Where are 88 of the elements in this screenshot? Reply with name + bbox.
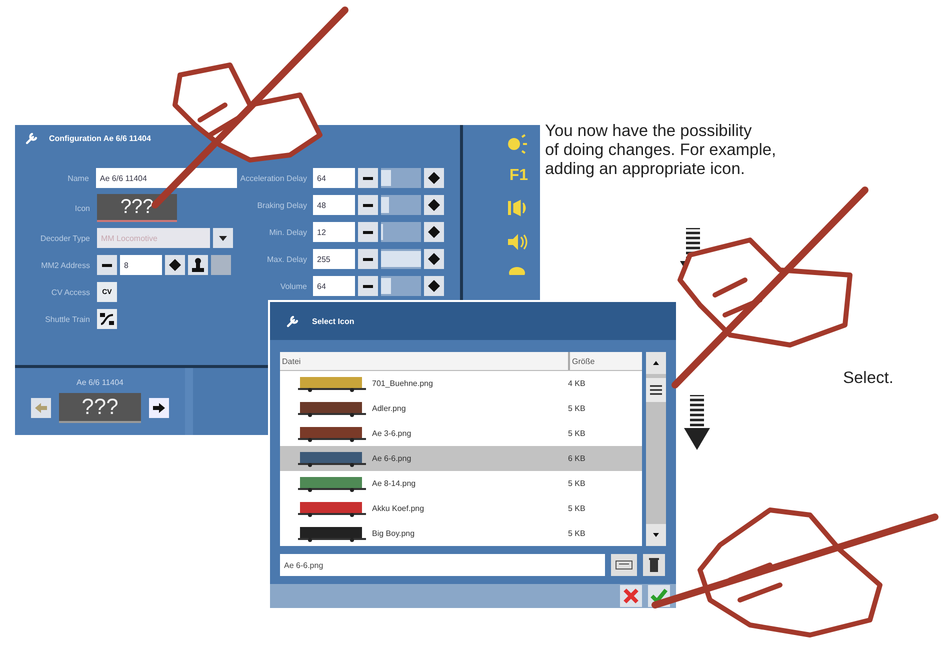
icon-field[interactable]: ??? [97,194,177,222]
plus-button[interactable] [424,249,444,269]
minus-button[interactable] [97,255,117,275]
file-name: Ae 6-6.png [372,454,412,463]
dialog-title: Select Icon [312,316,354,326]
file-size: 4 KB [568,379,586,388]
scrollbar[interactable] [646,352,666,546]
delete-button[interactable] [643,554,665,576]
function-icon[interactable] [506,265,528,275]
file-row[interactable]: Big Boy.png 5 KB [280,521,642,546]
field-label: CV Access [50,288,90,296]
file-row[interactable]: Ae 8-14.png 5 KB [280,471,642,496]
value-field[interactable]: 64 [313,276,355,296]
field-label: Max. Delay [266,254,307,264]
file-size: 5 KB [568,429,586,438]
plus-button[interactable] [424,195,444,215]
panel-title: Configuration Ae 6/6 11404 [49,134,151,142]
file-name: Ae 3-6.png [372,429,412,438]
locomotive-image [298,525,366,542]
scroll-thumb[interactable] [646,378,666,402]
address-field[interactable]: 8 [120,255,162,275]
plus-button[interactable] [424,222,444,242]
wrench-icon [286,314,300,328]
plus-button[interactable] [424,276,444,296]
locomotive-image [298,375,366,392]
instruction-text: Select. [843,369,894,388]
keyboard-button[interactable] [611,554,637,576]
minus-button[interactable] [358,195,378,215]
cancel-button[interactable] [620,585,642,607]
file-row[interactable]: Ae 3-6.png 5 KB [280,421,642,446]
value-field[interactable]: 255 [313,249,355,269]
locomotive-image [298,475,366,492]
value-field[interactable]: 64 [313,168,355,188]
slider-track[interactable] [381,195,421,215]
field-label: Icon [74,204,90,212]
column-header[interactable]: Datei [280,352,570,370]
right-arrow-button[interactable] [149,398,169,418]
slider-track[interactable] [381,276,421,296]
minus-button[interactable] [358,168,378,188]
name-field[interactable]: Ae 6/6 11404 [96,168,237,188]
value-field[interactable]: 48 [313,195,355,215]
file-size: 5 KB [568,504,586,513]
file-row[interactable]: Akku Koef.png 5 KB [280,496,642,521]
horn-icon[interactable] [506,197,528,219]
field-label: Name [66,174,89,182]
locomotive-icon[interactable]: ??? [59,393,141,423]
stamp-button[interactable] [188,255,208,275]
file-name: Ae 8-14.png [372,479,416,488]
file-name: Akku Koef.png [372,504,424,513]
locomotive-image [298,450,366,467]
field-label: Min. Delay [268,228,307,236]
scroll-down-button[interactable] [646,524,666,546]
dropdown-button[interactable] [213,228,233,248]
minus-button[interactable] [358,222,378,242]
field-label: Decoder Type [39,234,90,242]
plus-button[interactable] [424,168,444,188]
file-size: 6 KB [568,454,586,463]
file-name: Big Boy.png [372,529,415,538]
file-row[interactable]: Ae 6-6.png 6 KB [280,446,642,471]
file-size: 5 KB [568,404,586,413]
plus-button[interactable] [165,255,185,275]
down-arrow-icon [684,395,710,450]
field-label: Braking Delay [256,200,307,210]
locomotive-image [298,400,366,417]
file-name: 701_Buehne.png [372,379,433,388]
minus-button[interactable] [358,249,378,269]
locomotive-name: Ae 6/6 11404 [76,378,124,387]
wrench-icon [25,131,39,145]
value-field[interactable]: 12 [313,222,355,242]
slider-track[interactable] [381,168,421,188]
filename-field[interactable]: Ae 6-6.png [280,554,605,576]
slider-track[interactable] [381,222,421,242]
field-label: Volume [279,282,307,290]
column-header[interactable]: Größe [570,352,642,370]
scroll-up-button[interactable] [646,352,666,374]
file-size: 5 KB [568,479,586,488]
shuttle-train-button[interactable] [97,309,117,329]
file-row[interactable]: 701_Buehne.png 4 KB [280,371,642,396]
file-row[interactable]: Adler.png 5 KB [280,396,642,421]
minus-button[interactable] [358,276,378,296]
field-label: Shuttle Train [44,314,90,324]
field-label: MM2 Address [40,260,90,270]
instruction-text: You now have the possibility of doing changes. For example, adding an appropriate icon. [545,122,776,179]
locomotive-image [298,500,366,517]
file-size: 5 KB [568,529,586,538]
file-name: Adler.png [372,404,406,413]
field-label: Acceleration Delay [239,174,307,182]
locomotive-image [298,425,366,442]
